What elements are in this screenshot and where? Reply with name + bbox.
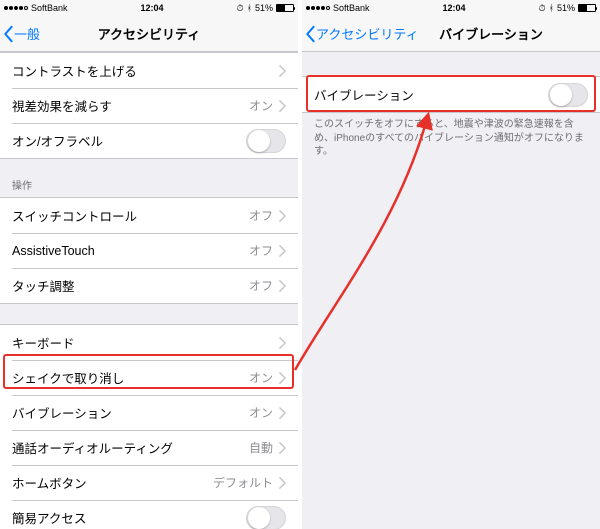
row-label: 通話オーディオルーティング	[12, 438, 249, 457]
group-interaction: スイッチコントロール オフ AssistiveTouch オフ タッチ調整 オフ	[0, 197, 298, 304]
row-home-button[interactable]: ホームボタン デフォルト	[0, 465, 298, 500]
row-label: キーボード	[12, 333, 279, 352]
phone-right: SoftBank 12:04 ⏱ ᚼ 51% アクセシビリティ バイブレーション…	[302, 0, 600, 529]
group-footer-vibration: このスイッチをオフにすると、地震や津波の緊急速報を含め、iPhoneのすべてのバ…	[302, 113, 600, 173]
row-reachability[interactable]: 簡易アクセス	[0, 500, 298, 529]
row-value: 自動	[249, 439, 273, 456]
status-time: 12:04	[141, 3, 164, 13]
on-off-labels-switch[interactable]	[246, 129, 286, 153]
row-switch-control[interactable]: スイッチコントロール オフ	[0, 198, 298, 233]
row-vibration-toggle[interactable]: バイブレーション	[302, 77, 600, 112]
reachability-switch[interactable]	[246, 506, 286, 529]
chevron-left-icon	[2, 25, 14, 43]
row-value: オン	[249, 97, 273, 114]
row-label: 視差効果を減らす	[12, 96, 249, 115]
signal-dots	[4, 6, 28, 10]
status-time: 12:04	[443, 3, 466, 13]
signal-dots	[306, 6, 330, 10]
nav-back-button[interactable]: 一般	[0, 24, 44, 43]
group-header-interaction: 操作	[0, 159, 298, 197]
carrier-label: SoftBank	[31, 3, 68, 13]
row-label: ホームボタン	[12, 473, 213, 492]
settings-list[interactable]: コントラストを上げる 視差効果を減らす オン オン/オフラベル 操作 スイッチコ…	[0, 52, 298, 529]
row-value: オフ	[249, 242, 273, 259]
chevron-right-icon	[279, 337, 286, 349]
nav-title: アクセシビリティ	[0, 24, 298, 43]
row-label: バイブレーション	[12, 403, 249, 422]
row-label: バイブレーション	[314, 85, 548, 104]
row-label: タッチ調整	[12, 276, 249, 295]
row-increase-contrast[interactable]: コントラストを上げる	[0, 53, 298, 88]
chevron-right-icon	[279, 407, 286, 419]
chevron-right-icon	[279, 210, 286, 222]
chevron-right-icon	[279, 65, 286, 77]
row-assistive-touch[interactable]: AssistiveTouch オフ	[0, 233, 298, 268]
group-vibration: バイブレーション	[302, 76, 600, 113]
row-on-off-labels[interactable]: オン/オフラベル	[0, 123, 298, 158]
chevron-right-icon	[279, 477, 286, 489]
chevron-right-icon	[279, 280, 286, 292]
row-label: AssistiveTouch	[12, 244, 249, 258]
nav-bar: 一般 アクセシビリティ	[0, 16, 298, 52]
row-reduce-motion[interactable]: 視差効果を減らす オン	[0, 88, 298, 123]
row-call-audio-routing[interactable]: 通話オーディオルーティング 自動	[0, 430, 298, 465]
row-value: オン	[249, 369, 273, 386]
phone-left: SoftBank 12:04 ⏱ ᚼ 51% 一般 アクセシビリティ コントラス…	[0, 0, 298, 529]
battery-percent: 51%	[255, 3, 273, 13]
row-vibration[interactable]: バイブレーション オン	[0, 395, 298, 430]
battery-icon	[276, 4, 294, 12]
row-label: オン/オフラベル	[12, 131, 246, 150]
bluetooth-icon: ᚼ	[247, 3, 252, 13]
row-label: シェイクで取り消し	[12, 368, 249, 387]
group-general: キーボード シェイクで取り消し オン バイブレーション オン 通話オーディオルー…	[0, 324, 298, 529]
row-value: デフォルト	[213, 474, 273, 491]
nav-back-label: アクセシビリティ	[316, 24, 419, 43]
row-keyboard[interactable]: キーボード	[0, 325, 298, 360]
row-label: 簡易アクセス	[12, 508, 246, 527]
alarm-icon: ⏱	[539, 3, 546, 14]
chevron-right-icon	[279, 372, 286, 384]
settings-list[interactable]: バイブレーション このスイッチをオフにすると、地震や津波の緊急速報を含め、iPh…	[302, 52, 600, 529]
row-value: オフ	[249, 207, 273, 224]
carrier-label: SoftBank	[333, 3, 370, 13]
vibration-switch[interactable]	[548, 83, 588, 107]
chevron-right-icon	[279, 245, 286, 257]
chevron-right-icon	[279, 442, 286, 454]
chevron-right-icon	[279, 100, 286, 112]
battery-percent: 51%	[557, 3, 575, 13]
status-bar: SoftBank 12:04 ⏱ ᚼ 51%	[302, 0, 600, 16]
nav-bar: アクセシビリティ バイブレーション	[302, 16, 600, 52]
row-label: コントラストを上げる	[12, 61, 273, 80]
row-touch-accommodations[interactable]: タッチ調整 オフ	[0, 268, 298, 303]
row-shake-to-undo[interactable]: シェイクで取り消し オン	[0, 360, 298, 395]
alarm-icon: ⏱	[237, 3, 244, 14]
chevron-left-icon	[304, 25, 316, 43]
row-value: オン	[249, 404, 273, 421]
nav-back-label: 一般	[14, 24, 40, 43]
row-value: オフ	[249, 277, 273, 294]
nav-back-button[interactable]: アクセシビリティ	[302, 24, 423, 43]
status-bar: SoftBank 12:04 ⏱ ᚼ 51%	[0, 0, 298, 16]
bluetooth-icon: ᚼ	[549, 3, 554, 13]
battery-icon	[578, 4, 596, 12]
group-vision: コントラストを上げる 視差効果を減らす オン オン/オフラベル	[0, 52, 298, 159]
row-label: スイッチコントロール	[12, 206, 249, 225]
